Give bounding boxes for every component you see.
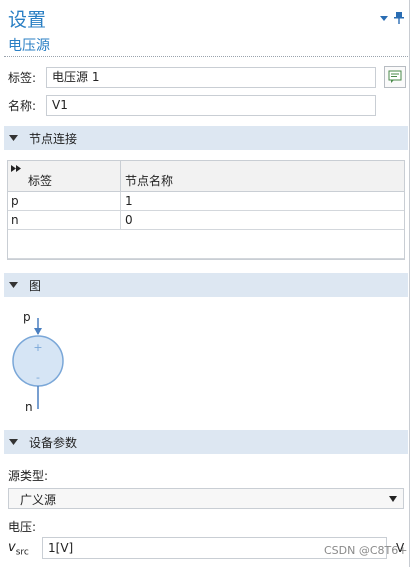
- section-device-params[interactable]: 设备参数: [4, 430, 408, 454]
- table-header: 标签 节点名称: [8, 161, 404, 192]
- pin-icon[interactable]: [394, 12, 404, 24]
- source-type-value: 广义源: [20, 493, 57, 507]
- voltage-source-symbol: + -: [12, 318, 64, 409]
- section-device-params-label: 设备参数: [29, 435, 78, 450]
- vsrc-symbol: vsrc: [8, 540, 29, 558]
- title-controls: [380, 12, 404, 24]
- name-label: 名称:: [8, 98, 37, 113]
- note-icon: [388, 70, 402, 83]
- row-tag: n: [11, 213, 19, 227]
- row-node-name[interactable]: 1: [125, 194, 133, 208]
- section-figure[interactable]: 图: [4, 273, 408, 297]
- chevron-down-icon[interactable]: [380, 14, 388, 22]
- header-divider: [4, 56, 408, 57]
- terminal-n-label: n: [25, 400, 33, 414]
- minus-sign: -: [36, 371, 40, 384]
- table-bottom-line: [8, 258, 404, 259]
- table-row[interactable]: p 1: [8, 192, 404, 211]
- panel-title: 设置: [8, 9, 47, 31]
- name-row: 名称: V1: [8, 94, 406, 116]
- chevron-down-icon: [389, 496, 397, 502]
- row-node-name[interactable]: 0: [125, 213, 133, 227]
- section-node-connections[interactable]: 节点连接: [4, 126, 408, 150]
- voltage-source-diagram: p + - n: [10, 308, 70, 414]
- note-button[interactable]: [384, 66, 406, 88]
- source-type-label: 源类型:: [8, 469, 49, 483]
- source-type-select[interactable]: 广义源: [8, 488, 404, 509]
- table-row[interactable]: n 0: [8, 211, 404, 230]
- plus-sign: +: [33, 341, 42, 354]
- column-divider: [120, 161, 121, 192]
- table-header-tag[interactable]: 标签: [28, 172, 52, 189]
- vsrc-symbol-main: v: [8, 540, 16, 555]
- section-figure-label: 图: [29, 278, 42, 293]
- tag-row: 标签: 电压源 1: [8, 66, 406, 88]
- section-node-connections-label: 节点连接: [29, 131, 78, 146]
- vsrc-unit: V: [396, 541, 405, 555]
- collapse-triangle-icon: [9, 439, 18, 445]
- table-header-node-name[interactable]: 节点名称: [125, 172, 173, 189]
- panel-subtitle: 电压源: [8, 38, 50, 54]
- column-divider: [120, 211, 121, 230]
- fast-forward-icon[interactable]: [11, 165, 21, 172]
- collapse-triangle-icon: [9, 282, 18, 288]
- collapse-triangle-icon: [9, 135, 18, 141]
- panel-right-border: [409, 0, 410, 567]
- tag-input[interactable]: 电压源 1: [46, 67, 376, 88]
- voltage-label: 电压:: [8, 520, 37, 534]
- watermark: CSDN @C8T6+: [324, 544, 408, 557]
- vsrc-symbol-sub: src: [15, 547, 29, 558]
- node-table: 标签 节点名称 p 1 n 0: [7, 160, 405, 260]
- column-divider: [120, 192, 121, 211]
- tag-label: 标签:: [8, 70, 37, 85]
- row-tag: p: [11, 194, 19, 208]
- name-input[interactable]: V1: [46, 95, 376, 116]
- settings-panel: 设置 电压源 标签: 电压源 1 名称: V1 节点连接 标签 节点名称 p 1…: [0, 0, 414, 567]
